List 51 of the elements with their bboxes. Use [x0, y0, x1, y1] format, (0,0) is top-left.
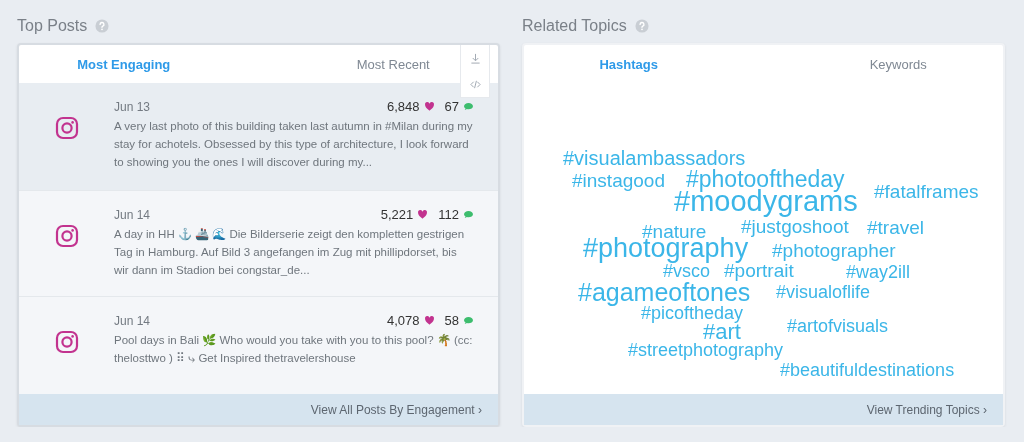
camera-icon — [54, 116, 79, 140]
speech-bubble-icon — [463, 209, 474, 220]
post-row[interactable]: Jun 14 5,221 112 A day in HH ⚓ 🚢 🌊 Die Bilderserie zeigt den kompletten gestrigen Tag in Hamburg. Auf Bild 3 angefangen im Zug mit phillipdorset, bis wir dann im Stadion bei congstar_de... — [19, 191, 498, 297]
post-caption: A very last photo of this building taken last autumn in #Milan during my stay for achotels. Obsessed by this type of architecture, I look forward to showing you the ones I will discover during my... — [114, 119, 474, 170]
speech-bubble-icon — [463, 101, 474, 112]
footer-link[interactable]: View All Posts By Engagement › — [19, 394, 498, 425]
tab[interactable]: Keywords — [793, 56, 1003, 72]
post-date: Jun 14 — [114, 207, 151, 222]
tab[interactable]: Most Recent — [288, 56, 498, 72]
camera-icon — [54, 224, 79, 248]
tab[interactable]: Hashtags — [524, 56, 794, 72]
footer-link[interactable]: View Trending Topics › — [524, 394, 1003, 425]
post-date: Jun 14 — [114, 313, 151, 328]
hashtag[interactable]: #beautifuldestinations — [780, 361, 955, 379]
hashtag[interactable]: #visualoflife — [776, 283, 871, 301]
hashtag[interactable]: #justgoshoot — [741, 216, 849, 236]
post-caption: A day in HH ⚓ 🚢 🌊 Die Bilderserie zeigt den kompletten gestrigen Tag in Hamburg. Auf Bild 3 angefangen im Zug mit phillipdorset, bis wir dann im Stadion bei congstar_de... — [114, 227, 466, 278]
hashtag[interactable]: #way2ill — [846, 263, 911, 281]
speech-bubble-icon — [463, 315, 474, 326]
post-date: Jun 13 — [114, 99, 151, 114]
heart-icon — [417, 209, 429, 220]
section-title: Related Topics — [522, 17, 627, 35]
code-icon[interactable] — [469, 78, 481, 90]
hashtag[interactable]: #photooftheday — [686, 167, 845, 191]
comments-count: 67 — [444, 99, 459, 114]
hashtag[interactable]: #photographer — [772, 240, 896, 260]
section-title: Top Posts — [17, 17, 88, 35]
hashtag[interactable]: #artofvisuals — [787, 317, 889, 335]
likes-count: 4,078 — [387, 313, 420, 328]
heart-icon — [423, 315, 435, 326]
hashtag[interactable]: #agameoftones — [578, 279, 751, 305]
help-icon[interactable] — [95, 19, 110, 33]
post-row[interactable] — [19, 83, 498, 191]
hashtag[interactable]: #travel — [867, 217, 925, 237]
comments-count: 112 — [438, 207, 459, 222]
likes-count: 6,848 — [387, 99, 420, 114]
likes-count: 5,221 — [380, 207, 414, 222]
post-row[interactable]: Jun 14 4,078 58 Pool days in Bali 🌿 Who would you take with you to this pool? 🌴 (cc: thelosttwo ) ⠿ ⤷ Get Inspired thetravelershouse — [19, 297, 498, 394]
comments-count: 58 — [444, 313, 459, 328]
heart-icon — [423, 101, 435, 112]
hashtag[interactable]: #fatalframes — [874, 181, 979, 201]
post-caption: Pool days in Bali 🌿 Who would you take with you to this pool? 🌴 (cc: thelosttwo ) ⠿ ⤷ Get Inspired thetravelershouse — [114, 333, 474, 366]
camera-icon — [54, 330, 79, 354]
help-icon[interactable] — [634, 19, 649, 33]
hashtag[interactable]: #vsco — [663, 262, 711, 280]
download-icon[interactable] — [469, 52, 481, 64]
hashtag[interactable]: #picoftheday — [641, 304, 744, 322]
tab[interactable]: Most Engaging — [19, 56, 289, 72]
hashtag[interactable]: #instagood — [572, 170, 665, 190]
hashtag[interactable]: #streetphotography — [628, 341, 784, 359]
hashtag[interactable]: #visualambassadors — [563, 148, 746, 168]
